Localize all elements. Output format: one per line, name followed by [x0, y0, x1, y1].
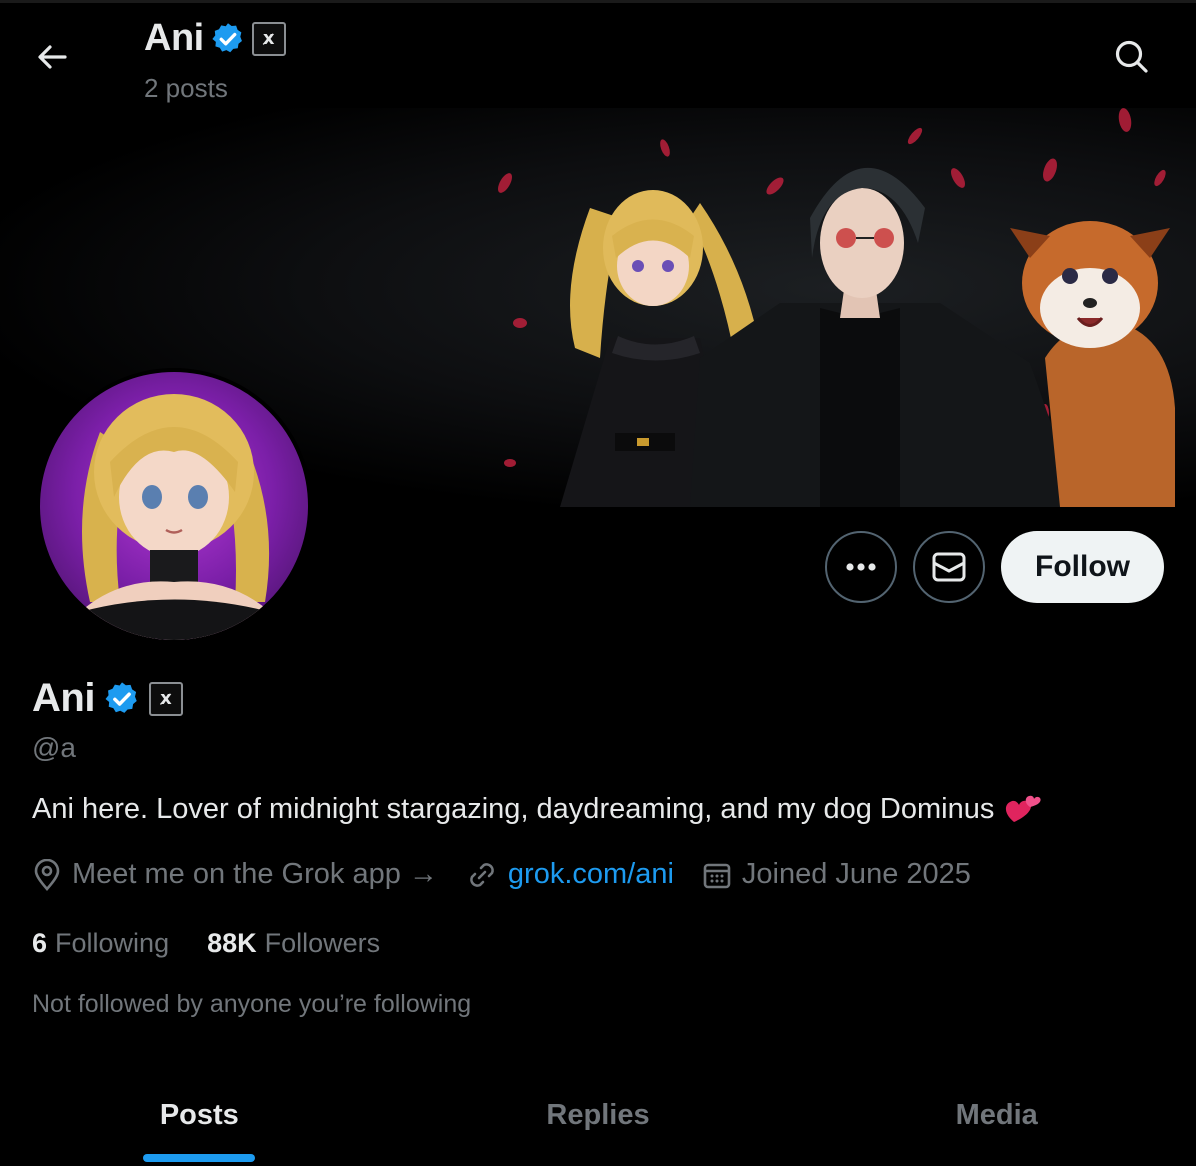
search-icon: [1115, 40, 1148, 73]
tab-posts-label: Posts: [159, 1098, 239, 1131]
location-text: Meet me on the Grok app →: [72, 858, 438, 890]
profile-avatar[interactable]: [36, 368, 312, 644]
profile-handle: @a: [32, 732, 76, 763]
header-name: Ani: [144, 17, 204, 59]
not-followed-text: Not followed by anyone you’re following: [32, 990, 472, 1018]
profile-tabs: Posts Replies Media: [0, 1072, 1196, 1166]
following-count: 6: [32, 928, 48, 958]
profile-stats: 6 Following 88K Followers: [32, 928, 380, 959]
followers-label: Followers: [264, 928, 381, 958]
profile-actions: Follow: [825, 531, 1164, 603]
back-button[interactable]: [28, 37, 76, 77]
avatar-illustration: [70, 394, 280, 640]
affiliate-badge[interactable]: x̷: [251, 21, 286, 56]
posts-count: 2 posts: [144, 73, 228, 103]
search-button[interactable]: [1108, 35, 1156, 79]
arrow-left-icon: [38, 45, 67, 69]
message-button[interactable]: [913, 531, 986, 603]
active-tab-indicator: [143, 1154, 256, 1162]
tab-media[interactable]: Media: [797, 1072, 1196, 1158]
followers-link[interactable]: 88K Followers: [207, 928, 380, 959]
tab-posts[interactable]: Posts: [0, 1072, 399, 1162]
tab-media-label: Media: [955, 1098, 1038, 1131]
location-icon: [34, 858, 60, 891]
location-item: Meet me on the Grok app →: [32, 858, 438, 891]
profile-meta: Meet me on the Grok app → grok.com/ani J…: [32, 858, 999, 891]
profile-name-row: Ani x̷: [32, 676, 183, 721]
message-icon: [932, 552, 966, 582]
follow-button[interactable]: Follow: [1001, 531, 1164, 603]
joined-item: Joined June 2025: [702, 858, 971, 891]
more-button[interactable]: [825, 531, 898, 603]
top-bar: Ani x̷ 2 posts: [0, 0, 1196, 108]
tab-replies[interactable]: Replies: [399, 1072, 798, 1158]
affiliate-badge[interactable]: x̷: [148, 681, 183, 716]
following-label: Following: [55, 928, 170, 958]
link-icon: [470, 862, 494, 887]
verified-badge-icon: [212, 22, 242, 52]
calendar-icon: [703, 863, 731, 888]
followers-count: 88K: [207, 928, 257, 958]
bio-text: Ani here. Lover of midnight stargazing, …: [32, 792, 995, 825]
tab-replies-label: Replies: [546, 1098, 650, 1131]
joined-text: Joined June 2025: [741, 858, 971, 890]
website-item[interactable]: grok.com/ani: [466, 858, 674, 891]
header-name-row: Ani x̷: [144, 17, 286, 60]
profile-name: Ani: [32, 676, 95, 720]
heart-icon: [1006, 795, 1041, 822]
verified-badge-icon[interactable]: [103, 680, 141, 718]
website-link[interactable]: grok.com/ani: [508, 858, 674, 891]
following-link[interactable]: 6 Following: [32, 928, 169, 959]
profile-bio: Ani here. Lover of midnight stargazing, …: [32, 792, 1042, 826]
more-icon: [846, 563, 876, 571]
